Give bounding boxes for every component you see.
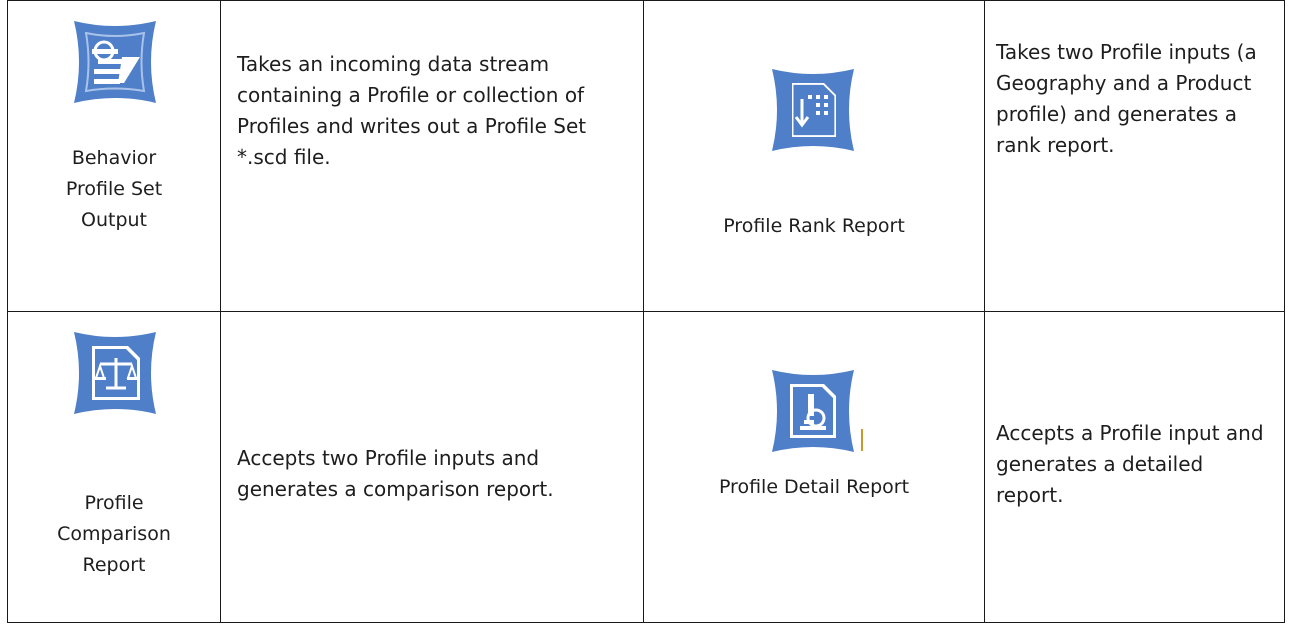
tool-cell-profile-comparison-report: Profile Comparison Report — [7, 311, 221, 623]
tool-name-line: Profile — [84, 492, 144, 514]
profile-set-output-icon — [74, 21, 156, 103]
tool-name-line: Profile Set — [65, 178, 163, 200]
tool-name-line: Profile Rank Report — [723, 215, 905, 237]
text-cursor — [861, 429, 863, 451]
tool-name-line: Profile Detail Report — [718, 476, 910, 498]
description-cell: Accepts a Profile input and generates a … — [984, 311, 1285, 623]
tool-cell-profile-detail-report: Profile Detail Report — [643, 311, 985, 623]
tool-name-line: Comparison — [57, 523, 171, 545]
tool-description: Takes an incoming data stream containing… — [237, 52, 587, 169]
table-row: Behavior Profile Set Output Takes an inc… — [7, 0, 1285, 312]
tool-description: Accepts a Profile input and generates a … — [996, 421, 1264, 507]
tool-cell-profile-rank-report: Profile Rank Report — [643, 0, 985, 312]
tool-name-line: Output — [81, 209, 147, 231]
tool-cell-behavior-profile-set-output: Behavior Profile Set Output — [7, 0, 221, 312]
tool-name-line: Behavior — [71, 147, 157, 169]
profile-detail-report-icon — [772, 370, 854, 452]
table-row: Profile Comparison Report Accepts two Pr… — [7, 311, 1285, 623]
tool-name-line: Report — [82, 554, 146, 576]
description-cell: Takes two Profile inputs (a Geography an… — [984, 0, 1285, 312]
description-cell: Accepts two Profile inputs and generates… — [220, 311, 644, 623]
tool-description: Takes two Profile inputs (a Geography an… — [996, 40, 1257, 157]
profile-comparison-report-icon — [74, 332, 156, 414]
tool-description: Accepts two Profile inputs and generates… — [237, 446, 554, 501]
profile-rank-report-icon — [772, 69, 854, 151]
tools-table: Behavior Profile Set Output Takes an inc… — [7, 0, 1285, 623]
description-cell: Takes an incoming data stream containing… — [220, 0, 644, 312]
